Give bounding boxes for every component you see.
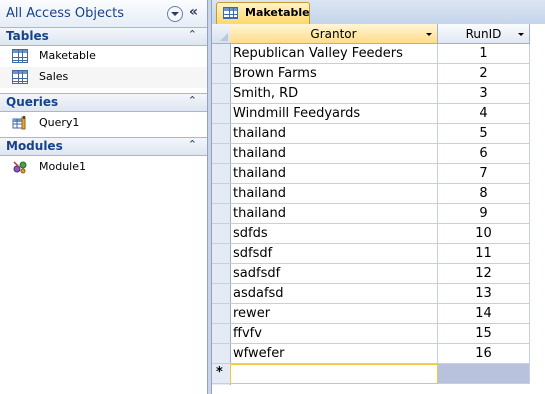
grantor-cell[interactable]: rewer [230, 304, 438, 324]
record-selector[interactable] [212, 344, 230, 364]
group-header-queries[interactable]: Queries ⌃ [0, 93, 207, 112]
nav-item-sales[interactable]: Sales [0, 67, 207, 88]
record-selector[interactable] [212, 44, 230, 64]
grantor-cell[interactable]: wfwefer [230, 344, 438, 364]
record-selector[interactable] [212, 164, 230, 184]
record-selector[interactable] [212, 64, 230, 84]
record-selector[interactable] [212, 144, 230, 164]
new-record-selector[interactable]: * [212, 364, 230, 384]
runid-cell[interactable]: 2 [438, 64, 530, 84]
table-icon [223, 7, 238, 19]
tab-maketable[interactable]: Maketable [216, 2, 310, 24]
column-filter-dropdown-icon[interactable] [518, 33, 524, 36]
grantor-cell[interactable]: thailand [230, 184, 438, 204]
nav-menu-dropdown-icon[interactable] [167, 6, 183, 22]
grantor-cell[interactable]: thailand [230, 144, 438, 164]
group-header-modules[interactable]: Modules ⌃ [0, 137, 207, 156]
record-selector[interactable] [212, 184, 230, 204]
nav-item-label: Sales [39, 70, 69, 83]
runid-cell[interactable]: 9 [438, 204, 530, 224]
runid-cell[interactable]: 16 [438, 344, 530, 364]
record-selector[interactable] [212, 264, 230, 284]
record-selector[interactable] [212, 124, 230, 144]
grantor-cell[interactable]: Republican Valley Feeders [230, 44, 438, 64]
record-selector[interactable] [212, 84, 230, 104]
nav-item-module1[interactable]: Module1 [0, 157, 207, 178]
record-selector[interactable] [212, 284, 230, 304]
module-icon [13, 161, 27, 174]
runid-cell[interactable]: 4 [438, 104, 530, 124]
nav-pane-header[interactable]: All Access Objects « [0, 0, 207, 28]
collapse-group-icon[interactable]: ⌃ [188, 138, 197, 151]
query-icon [12, 116, 26, 130]
new-runid-cell[interactable] [438, 364, 530, 384]
collapse-group-icon[interactable]: ⌃ [188, 28, 197, 41]
nav-item-label: Query1 [39, 116, 80, 129]
column-header-grantor[interactable]: Grantor [230, 24, 438, 44]
grantor-cell[interactable]: thailand [230, 204, 438, 224]
nav-item-label: Module1 [39, 160, 86, 173]
runid-cell[interactable]: 11 [438, 244, 530, 264]
runid-cell[interactable]: 1 [438, 44, 530, 64]
record-selector[interactable] [212, 244, 230, 264]
nav-pane-title[interactable]: All Access Objects [6, 6, 124, 21]
grantor-cell[interactable]: Brown Farms [230, 64, 438, 84]
column-header-label: RunID [465, 27, 502, 41]
collapse-group-icon[interactable]: ⌃ [188, 94, 197, 107]
select-all-corner[interactable] [212, 24, 230, 44]
navigation-pane: All Access Objects « Tables ⌃ Maketable … [0, 0, 208, 394]
new-grantor-cell[interactable] [230, 364, 438, 384]
new-record-marker: * [216, 365, 223, 380]
tab-label: Maketable [245, 6, 310, 19]
grantor-cell[interactable]: ffvfv [230, 324, 438, 344]
record-selector[interactable] [212, 224, 230, 244]
column-filter-dropdown-icon[interactable] [426, 33, 432, 36]
table-icon [12, 70, 28, 84]
grantor-cell[interactable]: Windmill Feedyards [230, 104, 438, 124]
column-header-label: Grantor [310, 27, 357, 41]
nav-item-label: Maketable [39, 49, 96, 62]
nav-item-query1[interactable]: Query1 [0, 113, 207, 134]
runid-cell[interactable]: 12 [438, 264, 530, 284]
group-label-tables: Tables [6, 29, 49, 43]
group-label-modules: Modules [6, 139, 63, 153]
group-label-queries: Queries [6, 95, 59, 109]
document-tab-strip: Maketable [212, 0, 545, 25]
runid-cell[interactable]: 5 [438, 124, 530, 144]
runid-cell[interactable]: 15 [438, 324, 530, 344]
empty-area [530, 24, 545, 394]
grantor-cell[interactable]: sdfds [230, 224, 438, 244]
shutter-bar-collapse-icon[interactable]: « [189, 4, 198, 20]
grantor-cell[interactable]: thailand [230, 164, 438, 184]
grantor-cell[interactable]: sdfsdf [230, 244, 438, 264]
record-selector[interactable] [212, 104, 230, 124]
record-selector[interactable] [212, 204, 230, 224]
column-header-runid[interactable]: RunID [438, 24, 530, 44]
grantor-cell[interactable]: sadfsdf [230, 264, 438, 284]
runid-cell[interactable]: 7 [438, 164, 530, 184]
runid-cell[interactable]: 10 [438, 224, 530, 244]
table-icon [12, 49, 28, 63]
datasheet: Grantor RunID Republican Valley Feeders 1… [212, 24, 545, 394]
record-selector[interactable] [212, 324, 230, 344]
grantor-cell[interactable]: thailand [230, 124, 438, 144]
record-selector[interactable] [212, 304, 230, 324]
grantor-cell[interactable]: asdafsd [230, 284, 438, 304]
runid-cell[interactable]: 13 [438, 284, 530, 304]
runid-cell[interactable]: 6 [438, 144, 530, 164]
grantor-cell[interactable]: Smith, RD [230, 84, 438, 104]
runid-cell[interactable]: 8 [438, 184, 530, 204]
nav-item-maketable[interactable]: Maketable [0, 46, 207, 67]
runid-cell[interactable]: 3 [438, 84, 530, 104]
group-header-tables[interactable]: Tables ⌃ [0, 27, 207, 46]
runid-cell[interactable]: 14 [438, 304, 530, 324]
